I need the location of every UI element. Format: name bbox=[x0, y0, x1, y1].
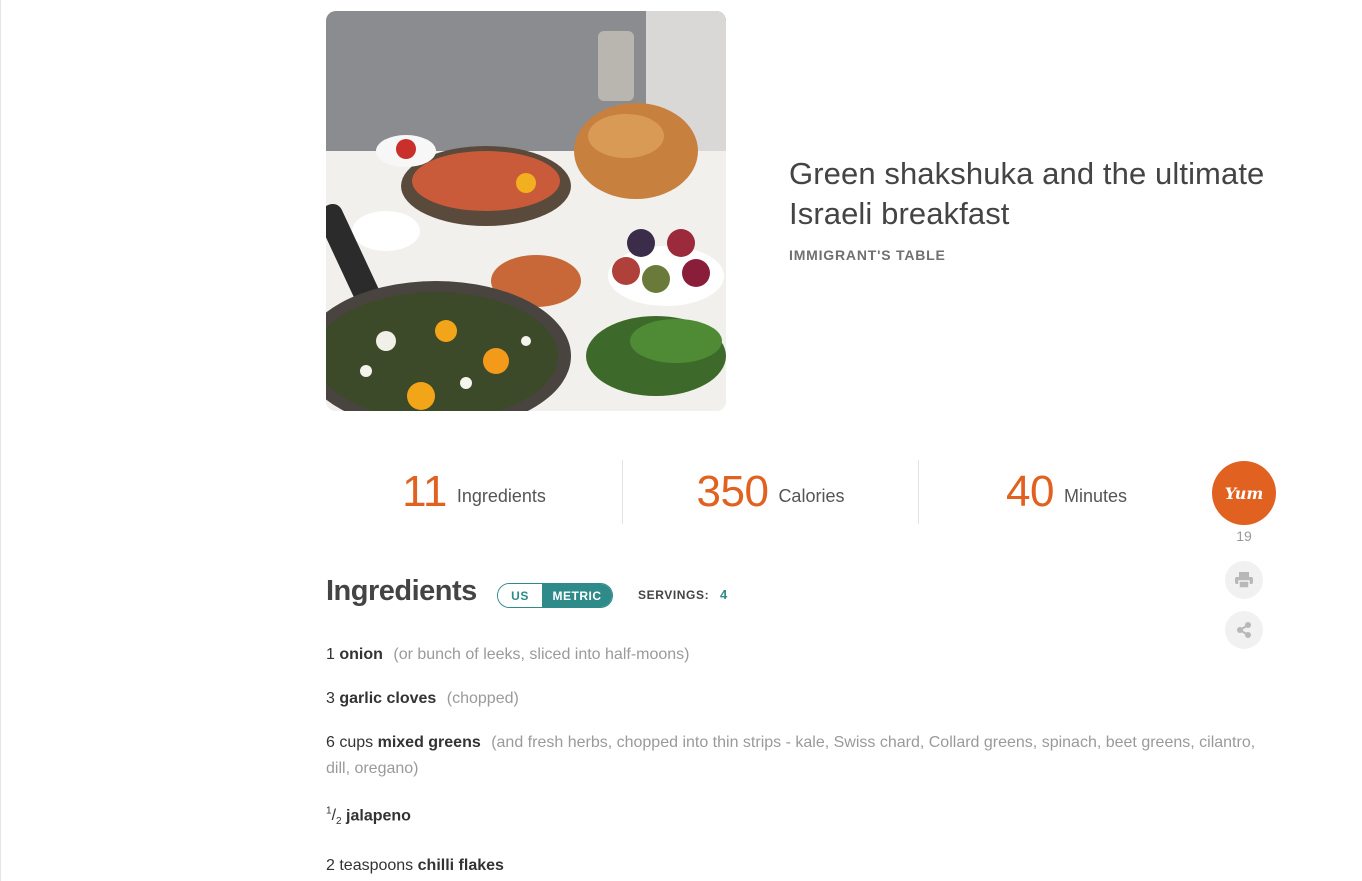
stat-calories[interactable]: 350 Calories bbox=[622, 460, 918, 524]
yum-count: 19 bbox=[1236, 528, 1252, 544]
ingredient-item: 3 garlic cloves (chopped) bbox=[326, 686, 1256, 712]
stat-label: Minutes bbox=[1063, 485, 1127, 506]
ingredient-name: onion bbox=[339, 646, 383, 663]
ingredient-note: (chopped) bbox=[446, 690, 519, 707]
stat-ingredients: 11 Ingredients bbox=[326, 460, 622, 524]
ingredient-item: 1 onion (or bunch of leeks, sliced into … bbox=[326, 642, 1256, 668]
servings-value[interactable]: 4 bbox=[720, 587, 727, 602]
ingredient-qty: 2 teaspoons bbox=[326, 856, 414, 874]
yum-button[interactable]: Yum bbox=[1212, 461, 1276, 525]
ingredient-list: 1 onion (or bunch of leeks, sliced into … bbox=[326, 642, 1256, 879]
stat-label: Calories bbox=[778, 485, 845, 506]
yum-logo-icon: Yum bbox=[1224, 483, 1264, 503]
recipe-image bbox=[326, 11, 726, 411]
print-icon bbox=[1235, 572, 1253, 588]
recipe-stats: 11 Ingredients 350 Calories 40 Minutes bbox=[326, 460, 1216, 524]
servings-label: SERVINGS: bbox=[638, 588, 710, 602]
ingredient-item: 2 teaspoons chilli flakes bbox=[326, 853, 1256, 879]
ingredients-heading: Ingredients bbox=[326, 575, 477, 607]
fraction-numerator: 1 bbox=[326, 806, 332, 817]
stat-minutes: 40 Minutes bbox=[918, 460, 1214, 524]
share-icon bbox=[1237, 622, 1251, 638]
recipe-title: Green shakshuka and the ultimate Israeli… bbox=[789, 156, 1265, 231]
print-button[interactable] bbox=[1225, 561, 1263, 599]
stat-value: 350 bbox=[696, 467, 769, 516]
ingredient-qty-fraction: 1/2 bbox=[326, 806, 342, 828]
unit-toggle[interactable]: US METRIC bbox=[497, 583, 613, 608]
ingredient-name: garlic cloves bbox=[339, 690, 437, 707]
ingredient-name: chilli flakes bbox=[417, 856, 504, 874]
unit-metric-option[interactable]: METRIC bbox=[542, 584, 612, 607]
page-edge-divider bbox=[0, 0, 1, 881]
recipe-source-link[interactable]: IMMIGRANT'S TABLE bbox=[789, 247, 946, 263]
ingredient-name: jalapeno bbox=[346, 807, 411, 825]
stat-label: Ingredients bbox=[456, 485, 546, 506]
ingredient-name: mixed greens bbox=[377, 734, 481, 751]
ingredient-item: 6 cups mixed greens (and fresh herbs, ch… bbox=[326, 730, 1256, 782]
ingredient-qty: 3 bbox=[326, 690, 335, 707]
ingredient-qty: 6 cups bbox=[326, 734, 374, 751]
stat-value: 40 bbox=[1006, 467, 1054, 516]
ingredient-qty: 1 bbox=[326, 646, 335, 663]
ingredient-note: (or bunch of leeks, sliced into half-moo… bbox=[393, 646, 690, 663]
fraction-denominator: 2 bbox=[336, 816, 342, 828]
ingredient-item: 1/2 jalapeno bbox=[326, 799, 1256, 836]
unit-us-option[interactable]: US bbox=[498, 584, 542, 607]
stat-value: 11 bbox=[402, 467, 447, 516]
